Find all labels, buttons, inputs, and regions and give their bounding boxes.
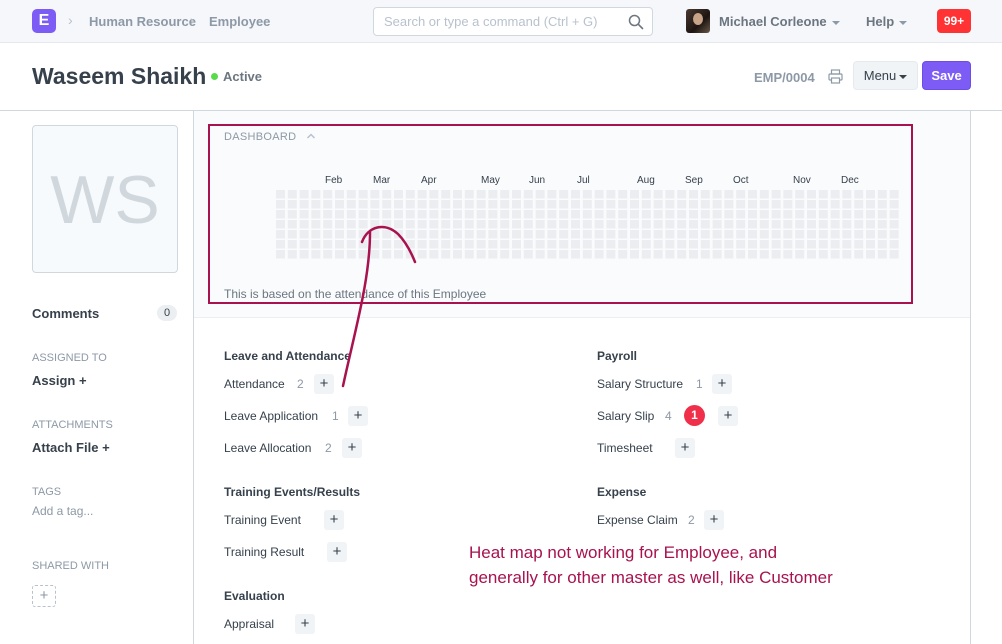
link-count: 2 bbox=[325, 441, 332, 455]
page-title: Waseem Shaikh bbox=[32, 63, 207, 89]
comments-label[interactable]: Comments bbox=[32, 306, 99, 321]
link-leave-allocation[interactable]: Leave Allocation bbox=[224, 441, 311, 455]
add-expense-claim-button[interactable]: + bbox=[704, 510, 724, 530]
breadcrumb-employee[interactable]: Employee bbox=[209, 14, 270, 29]
assign-button[interactable]: Assign + bbox=[32, 373, 87, 388]
help-label: Help bbox=[866, 14, 895, 29]
print-icon[interactable] bbox=[828, 69, 843, 84]
link-count: 2 bbox=[297, 377, 304, 391]
add-leave-application-button[interactable]: + bbox=[348, 406, 368, 426]
employee-avatar[interactable]: WS bbox=[32, 125, 178, 273]
breadcrumb-separator-icon: › bbox=[68, 12, 73, 28]
page-head: Waseem Shaikh Active EMP/0004 Menu Save bbox=[0, 43, 1002, 111]
group-title-leave-attendance: Leave and Attendance bbox=[224, 349, 351, 363]
link-salary-slip[interactable]: Salary Slip bbox=[597, 409, 654, 423]
status-indicator-icon bbox=[211, 73, 218, 80]
document-id: EMP/0004 bbox=[754, 70, 815, 85]
link-training-event[interactable]: Training Event bbox=[224, 513, 301, 527]
user-menu[interactable]: Michael Corleone bbox=[719, 14, 840, 29]
menu-button[interactable]: Menu bbox=[853, 61, 918, 90]
add-tag-link[interactable]: Add a tag... bbox=[32, 504, 93, 518]
navbar: E › Human Resource › Employee Michael Co… bbox=[0, 0, 1002, 43]
link-count: 4 bbox=[665, 409, 672, 423]
menu-label: Menu bbox=[863, 68, 897, 83]
user-avatar[interactable] bbox=[686, 9, 710, 33]
chevron-down-icon bbox=[831, 20, 840, 25]
chevron-down-icon bbox=[899, 20, 908, 25]
link-count: 1 bbox=[332, 409, 339, 423]
add-training-event-button[interactable]: + bbox=[324, 510, 344, 530]
breadcrumb-separator-icon: › bbox=[190, 12, 195, 28]
annotation-highlight-box bbox=[208, 124, 913, 304]
link-count: 2 bbox=[688, 513, 695, 527]
app-logo[interactable]: E bbox=[32, 9, 56, 33]
add-share-button[interactable]: + bbox=[32, 585, 56, 607]
link-salary-structure[interactable]: Salary Structure bbox=[597, 377, 683, 391]
tags-heading: TAGS bbox=[32, 486, 62, 498]
save-button[interactable]: Save bbox=[922, 61, 971, 90]
group-title-training: Training Events/Results bbox=[224, 485, 361, 499]
group-title-payroll: Payroll bbox=[597, 349, 638, 363]
attachments-heading: ATTACHMENTS bbox=[32, 419, 113, 431]
notification-badge[interactable]: 99+ bbox=[937, 9, 971, 33]
link-training-result[interactable]: Training Result bbox=[224, 545, 304, 559]
add-salary-structure-button[interactable]: + bbox=[712, 374, 732, 394]
add-appraisal-button[interactable]: + bbox=[295, 614, 315, 634]
attach-file-button[interactable]: Attach File + bbox=[32, 440, 110, 455]
add-attendance-button[interactable]: + bbox=[314, 374, 334, 394]
status-label: Active bbox=[223, 69, 263, 84]
search-input[interactable] bbox=[374, 8, 614, 35]
add-timesheet-button[interactable]: + bbox=[675, 438, 695, 458]
link-timesheet[interactable]: Timesheet bbox=[597, 441, 653, 455]
link-appraisal[interactable]: Appraisal bbox=[224, 617, 274, 631]
add-leave-allocation-button[interactable]: + bbox=[342, 438, 362, 458]
link-expense-claim[interactable]: Expense Claim bbox=[597, 513, 678, 527]
shared-with-heading: SHARED WITH bbox=[32, 560, 109, 572]
link-attendance[interactable]: Attendance bbox=[224, 377, 285, 391]
group-title-evaluation: Evaluation bbox=[224, 589, 285, 603]
help-menu[interactable]: Help bbox=[866, 14, 908, 29]
breadcrumb-human-resource[interactable]: Human Resource bbox=[89, 14, 196, 29]
chevron-down-icon bbox=[899, 74, 908, 79]
add-salary-slip-button[interactable]: + bbox=[718, 406, 738, 426]
comments-count-badge: 0 bbox=[157, 305, 177, 321]
link-count: 1 bbox=[696, 377, 703, 391]
search-icon[interactable] bbox=[628, 14, 644, 30]
group-title-expense: Expense bbox=[597, 485, 647, 499]
link-leave-application[interactable]: Leave Application bbox=[224, 409, 318, 423]
search-bar bbox=[373, 7, 653, 36]
assigned-to-heading: ASSIGNED TO bbox=[32, 352, 107, 364]
add-training-result-button[interactable]: + bbox=[327, 542, 347, 562]
user-name: Michael Corleone bbox=[719, 14, 827, 29]
annotation-text: Heat map not working for Employee, and g… bbox=[469, 543, 833, 587]
salary-slip-alert-badge: 1 bbox=[684, 405, 705, 426]
